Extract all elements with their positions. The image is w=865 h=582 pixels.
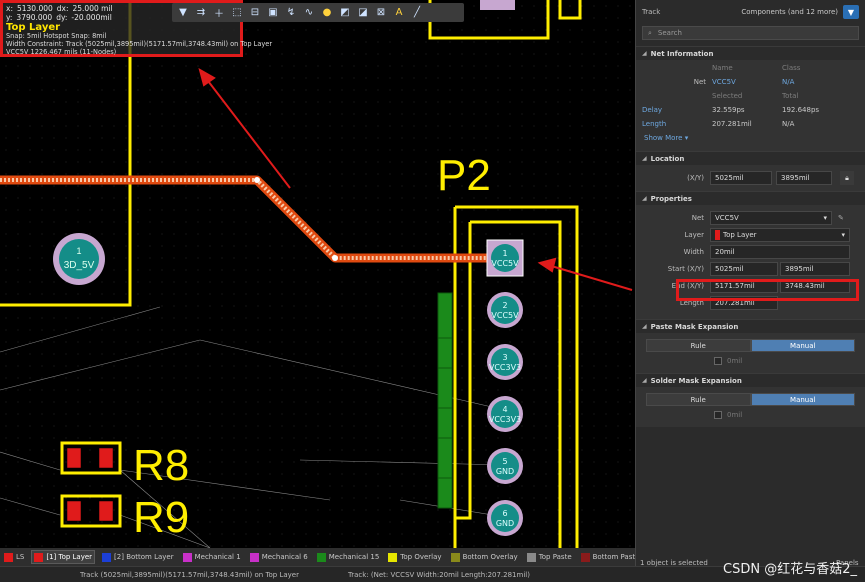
paste-rule-button[interactable]: Rule xyxy=(646,339,751,352)
polygon-icon[interactable]: ◩ xyxy=(337,5,353,20)
layer-swatch xyxy=(4,552,13,562)
search-icon: ⌕ xyxy=(648,28,652,37)
net-select[interactable]: VCC5V ▾ xyxy=(710,211,832,225)
svg-text:5: 5 xyxy=(502,457,507,466)
p2-pad[interactable]: 2VCC5V xyxy=(487,292,523,328)
svg-text:1: 1 xyxy=(76,246,81,256)
p2-pad[interactable]: 3VCC3V3 xyxy=(487,344,523,380)
layer-swatch xyxy=(715,230,720,240)
svg-text:VCC3V3: VCC3V3 xyxy=(489,415,521,424)
line-icon[interactable]: ╱ xyxy=(409,5,425,20)
layer-tab[interactable]: Mechanical 6 xyxy=(248,550,310,564)
start-y-field[interactable]: 3895mil xyxy=(780,262,850,276)
solder-checkbox[interactable] xyxy=(714,411,722,419)
section-location[interactable]: ◢ Location xyxy=(636,151,865,165)
svg-text:6: 6 xyxy=(502,509,507,518)
pad-partial xyxy=(480,0,515,10)
paste-checkbox[interactable] xyxy=(714,357,722,365)
layer-swatch xyxy=(182,552,192,562)
filter-icon[interactable]: ▼ xyxy=(843,5,859,19)
solder-rule-button[interactable]: Rule xyxy=(646,393,751,406)
layer-tab[interactable]: Bottom Paste xyxy=(579,550,635,564)
layer-tab[interactable]: [2] Bottom Layer xyxy=(100,550,176,564)
filter-icon[interactable]: ▼ xyxy=(175,5,191,20)
layer-tab[interactable]: Top Overlay xyxy=(386,550,443,564)
layer-swatch xyxy=(249,552,259,562)
svg-text:2: 2 xyxy=(502,301,507,310)
dimension-icon[interactable]: ⊠ xyxy=(373,5,389,20)
pick-icon[interactable]: ✎ xyxy=(838,214,844,222)
mechanical-strip xyxy=(437,292,453,509)
plus-icon[interactable]: ＋ xyxy=(211,5,227,20)
start-x-field[interactable]: 5025mil xyxy=(710,262,778,276)
svg-text:GND: GND xyxy=(496,467,514,476)
watermark: CSDN @红花与香菇2_ xyxy=(723,562,857,577)
layer-swatch xyxy=(388,552,398,562)
svg-text:GND: GND xyxy=(496,519,514,528)
layer-tab[interactable]: [1] Top Layer xyxy=(31,550,96,564)
layer-tab[interactable]: LS xyxy=(2,550,26,564)
layer-tab[interactable]: Mechanical 1 xyxy=(181,550,243,564)
designator-r8: R8 xyxy=(133,441,189,490)
width-highlight xyxy=(676,279,859,301)
svg-text:VCC3V3: VCC3V3 xyxy=(489,363,521,372)
p2-pad[interactable]: 6GND xyxy=(487,500,523,536)
pcb-canvas[interactable]: P2 R8 R9 1 3D_5V 1 VCC5V 2 VCC5V 3 VCC3V3 4 VCC… xyxy=(0,0,635,548)
svg-text:3: 3 xyxy=(502,353,507,362)
layer-tabs: LS [1] Top Layer [2] Bottom Layer Mechanica… xyxy=(0,548,635,566)
location-x-field[interactable]: 5025mil xyxy=(710,171,772,185)
interactive-route-icon[interactable]: ↯ xyxy=(283,5,299,20)
string-icon[interactable]: A xyxy=(391,5,407,20)
resistor-pads xyxy=(66,447,114,522)
pad-3d5v[interactable]: 1 3D_5V xyxy=(53,233,105,285)
select-rect-icon[interactable]: ⬚ xyxy=(229,5,245,20)
p2-pad[interactable]: 4VCC3V3 xyxy=(487,396,523,432)
svg-text:4: 4 xyxy=(502,405,507,414)
layer-tab[interactable]: Bottom Overlay xyxy=(449,550,520,564)
panel-scope[interactable]: Components (and 12 more) xyxy=(741,8,838,16)
layer-swatch xyxy=(450,552,460,562)
pin-icon[interactable]: ● xyxy=(319,5,335,20)
layer-tab[interactable]: Mechanical 15 xyxy=(315,550,382,564)
p2-pads[interactable]: 1VCC5V2VCC5V3VCC3V34VCC3V35GND6GND xyxy=(486,239,524,536)
section-properties[interactable]: ◢ Properties xyxy=(636,191,865,205)
svg-text:1: 1 xyxy=(502,249,507,258)
route-icon[interactable]: ⇉ xyxy=(193,5,209,20)
diff-pair-icon[interactable]: ∿ xyxy=(301,5,317,20)
layer-swatch xyxy=(580,552,590,562)
search-input[interactable]: ⌕ Search xyxy=(642,26,859,40)
layer-swatch xyxy=(526,552,536,562)
align-icon[interactable]: ⊟ xyxy=(247,5,263,20)
designator-p2: P2 xyxy=(437,151,491,200)
panel-title: Track xyxy=(642,8,661,16)
region-icon[interactable]: ◪ xyxy=(355,5,371,20)
solder-manual-button[interactable]: Manual xyxy=(750,393,855,406)
location-y-field[interactable]: 3895mil xyxy=(776,171,832,185)
section-net-info[interactable]: ◢ Net Information xyxy=(636,46,865,60)
pcb-board[interactable]: P2 R8 R9 1 3D_5V 1VCC5V2VCC5V3VCC3V34VCC… xyxy=(0,0,635,548)
p2-pad[interactable]: 5GND xyxy=(487,448,523,484)
layer-swatch xyxy=(102,552,112,562)
section-paste-mask[interactable]: ◢ Paste Mask Expansion xyxy=(636,319,865,333)
layer-swatch xyxy=(34,552,44,562)
p2-pad[interactable]: 1VCC5V xyxy=(486,239,524,277)
show-more-link[interactable]: Show More ▾ xyxy=(644,134,859,142)
svg-text:3D_5V: 3D_5V xyxy=(64,260,95,271)
component-icon[interactable]: ▣ xyxy=(265,5,281,20)
active-bar: ▼ ⇉ ＋ ⬚ ⊟ ▣ ↯ ∿ ● ◩ ◪ ⊠ A ╱ xyxy=(172,3,464,22)
width-field[interactable]: 20mil xyxy=(710,245,850,259)
layer-tab[interactable]: Top Paste xyxy=(525,550,574,564)
layer-swatch xyxy=(316,552,326,562)
designator-r9: R9 xyxy=(133,493,189,542)
section-solder-mask[interactable]: ◢ Solder Mask Expansion xyxy=(636,373,865,387)
lock-icon[interactable]: 🔒︎ xyxy=(840,171,854,185)
svg-text:VCC5V: VCC5V xyxy=(491,311,519,320)
layer-select[interactable]: Top Layer ▾ xyxy=(710,228,850,242)
net-name-link[interactable]: VCC5V xyxy=(712,77,782,88)
paste-manual-button[interactable]: Manual xyxy=(750,339,855,352)
svg-text:VCC5V: VCC5V xyxy=(491,259,519,268)
